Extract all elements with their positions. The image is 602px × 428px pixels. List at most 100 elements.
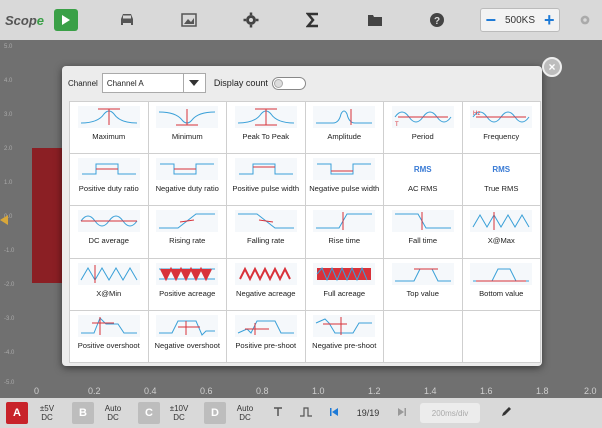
measurement-label: True RMS	[484, 184, 519, 194]
timebase-selector[interactable]: 200ms/div	[420, 403, 480, 423]
trigger-button[interactable]	[264, 406, 292, 420]
app-logo: Scope	[5, 12, 45, 28]
measurement-item-falling-rate[interactable]: Falling rate	[227, 206, 306, 259]
channel-select[interactable]: Channel A	[101, 73, 206, 93]
negative-pre-shoot-icon	[313, 314, 376, 337]
measurement-item-peak-to-peak[interactable]: Peak To Peak	[227, 102, 306, 155]
dropdown-arrow-icon	[182, 74, 205, 92]
y-tick-label: -3.0	[4, 316, 15, 322]
rising-edge-icon	[300, 406, 312, 417]
settings-icon	[580, 15, 590, 25]
math-button[interactable]	[282, 0, 344, 40]
sample-rate-increase[interactable]: +	[544, 11, 555, 29]
measurement-item-positive-acreage[interactable]: Positive acreage	[148, 258, 227, 311]
measurement-item-positive-pulse-width[interactable]: Positive pulse width	[227, 154, 306, 207]
measurement-item-negative-duty-ratio[interactable]: Negative duty ratio	[148, 154, 227, 207]
channel-b-button[interactable]: B	[72, 402, 94, 424]
measurement-item-true-rms[interactable]: RMS True RMS	[462, 154, 541, 207]
measurement-item-positive-duty-ratio[interactable]: Positive duty ratio	[70, 154, 149, 207]
measurement-item-negative-pulse-width[interactable]: Negative pulse width	[305, 154, 384, 207]
measurement-label: Bottom value	[479, 288, 524, 298]
measurement-item-bottom-value[interactable]: Bottom value	[462, 258, 541, 311]
channel-d-button[interactable]: D	[204, 402, 226, 424]
trigger-edge-button[interactable]	[292, 406, 320, 420]
rise-time-icon	[313, 210, 376, 233]
peak-to-peak-icon	[234, 106, 297, 128]
channel-b-settings[interactable]: Auto DC	[94, 404, 132, 422]
close-dialog-button[interactable]: ×	[542, 57, 562, 77]
channel-a-settings[interactable]: ±5V DC	[28, 404, 66, 422]
rising-rate-icon	[156, 210, 219, 233]
help-button[interactable]: ?	[406, 0, 468, 40]
measurement-item-negative-overshoot[interactable]: Negative overshoot	[148, 310, 227, 363]
trigger-icon	[274, 406, 282, 416]
measurement-item-ac-rms[interactable]: RMS AC RMS	[384, 154, 463, 207]
advanced-settings-button[interactable]	[570, 13, 600, 27]
channel-a-button[interactable]: A	[6, 402, 28, 424]
vehicle-button[interactable]	[96, 0, 158, 40]
trigger-marker-icon[interactable]	[0, 215, 12, 225]
measurement-item-rise-time[interactable]: Rise time	[305, 206, 384, 259]
measurement-item-top-value[interactable]: Top value	[384, 258, 463, 311]
measurement-item-maximum[interactable]: Maximum	[70, 102, 149, 155]
measurement-label: Rising rate	[169, 236, 206, 246]
display-count-toggle[interactable]	[271, 76, 306, 90]
sample-rate-decrease[interactable]: −	[485, 11, 496, 29]
channel-c-settings[interactable]: ±10V DC	[160, 404, 198, 422]
measurement-item-positive-pre-shoot[interactable]: Positive pre-shoot	[227, 310, 306, 363]
measurement-label: Negative duty ratio	[155, 184, 219, 194]
frequency-icon: Hz	[470, 106, 533, 128]
skip-back-icon	[330, 407, 338, 416]
measurement-item-period[interactable]: T Period	[384, 102, 463, 155]
edit-button[interactable]	[492, 406, 520, 421]
x-tick-label: 0.2	[88, 386, 101, 396]
measurement-item-positive-overshoot[interactable]: Positive overshoot	[70, 310, 149, 363]
image-button[interactable]	[158, 0, 220, 40]
y-tick-label: -2.0	[4, 282, 15, 288]
positive-overshoot-icon	[77, 314, 140, 337]
channel-c-button[interactable]: C	[138, 402, 160, 424]
measurement-label: DC average	[88, 236, 130, 246]
measurement-item-fall-time[interactable]: Fall time	[384, 206, 463, 259]
fall-time-icon	[391, 210, 454, 233]
y-tick-label: 3.0	[4, 112, 13, 118]
y-tick-label: 2.0	[4, 146, 13, 152]
help-icon: ?	[430, 13, 444, 27]
measurement-item-full-acreage[interactable]: Full acreage	[305, 258, 384, 311]
empty-cell	[384, 310, 463, 363]
y-tick-label: -1.0	[4, 248, 15, 254]
measurement-label: Amplitude	[327, 132, 362, 141]
negative-acreage-icon	[234, 262, 297, 285]
measurement-label: Maximum	[92, 132, 126, 141]
measurement-item-minimum[interactable]: Minimum	[148, 102, 227, 155]
image-icon	[181, 13, 197, 27]
positive-acreage-icon	[156, 262, 219, 285]
folder-icon	[368, 15, 382, 26]
measurement-item-negative-pre-shoot[interactable]: Negative pre-shoot	[305, 310, 384, 363]
measurement-item-dc-average[interactable]: DC average	[70, 206, 149, 259]
amplitude-icon	[313, 106, 376, 128]
settings-button[interactable]	[220, 0, 282, 40]
x-tick-label: 1.0	[312, 386, 325, 396]
measurement-item-x-max[interactable]: X@Max	[462, 206, 541, 259]
measurement-label: Positive acreage	[159, 288, 216, 298]
svg-text:Hz: Hz	[473, 111, 480, 117]
measurement-label: X@Min	[96, 288, 122, 298]
run-button[interactable]	[54, 9, 78, 31]
measurement-item-rising-rate[interactable]: Rising rate	[148, 206, 227, 259]
last-page-button[interactable]	[388, 407, 416, 420]
measurement-item-negative-acreage[interactable]: Negative acreage	[227, 258, 306, 311]
measurement-item-frequency[interactable]: Hz Frequency	[462, 102, 541, 155]
measurement-label: Peak To Peak	[242, 132, 290, 141]
x-tick-label: 0.6	[200, 386, 213, 396]
negative-pulse-width-icon	[313, 158, 376, 181]
minimum-icon	[156, 106, 219, 128]
measurement-item-x-min[interactable]: X@Min	[70, 258, 149, 311]
measurement-item-amplitude[interactable]: Amplitude	[305, 102, 384, 155]
folder-button[interactable]	[344, 0, 406, 40]
x-tick-label: 1.6	[480, 386, 493, 396]
channel-d-settings[interactable]: Auto DC	[226, 404, 264, 422]
bottom-value-icon	[470, 262, 533, 285]
first-page-button[interactable]	[320, 407, 348, 420]
x-tick-label: 1.2	[368, 386, 381, 396]
